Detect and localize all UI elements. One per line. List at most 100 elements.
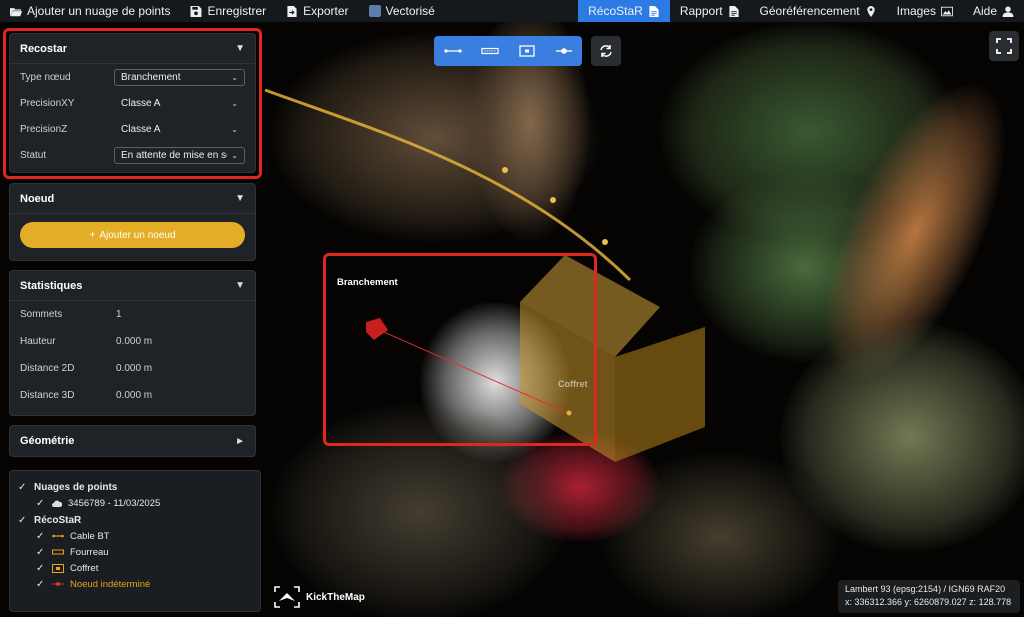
stat-value: 0.000 m [116, 363, 153, 374]
save-label: Enregistrer [207, 4, 267, 18]
type-noeud-row: Type nœud Branchement ⌄ [10, 64, 255, 90]
layer-group-point-clouds[interactable]: ✓ Nuages de points [18, 479, 252, 495]
layer-item-coffret[interactable]: ✓ Coffret [18, 560, 252, 576]
side-panel: Recostar ▼ Type nœud Branchement ⌄ Preci… [9, 33, 256, 466]
add-point-cloud-button[interactable]: Ajouter un nuage de points [0, 0, 180, 22]
layer-group-recostar[interactable]: ✓ RécoStaR [18, 512, 252, 528]
layer-group-title: RécoStaR [34, 514, 82, 526]
statut-value: En attente de mise en service [121, 149, 227, 161]
line-segment-icon [443, 49, 462, 53]
tab-rapport[interactable]: Rapport [670, 0, 750, 22]
layer-tree: ✓ Nuages de points ✓ 3456789 - 11/03/202… [9, 470, 261, 612]
recostar-title: Recostar [20, 42, 68, 55]
recostar-card: Recostar ▼ Type nœud Branchement ⌄ Preci… [9, 33, 256, 173]
export-button[interactable]: Exporter [276, 0, 358, 22]
layer-item-fourreau[interactable]: ✓ Fourreau [18, 544, 252, 560]
cloud-icon [52, 500, 62, 507]
plus-icon: + [89, 229, 96, 241]
refresh-icon [600, 45, 612, 57]
checkmark-icon[interactable]: ✓ [36, 498, 46, 509]
precision-xy-label: PrecisionXY [20, 97, 75, 109]
checkmark-icon[interactable]: ✓ [36, 563, 46, 574]
folder-open-icon [10, 7, 22, 16]
statut-row: Statut En attente de mise en service ⌄ [10, 142, 255, 168]
user-help-icon [1002, 5, 1014, 17]
measure-toolbar [434, 36, 582, 66]
document-icon [649, 5, 659, 17]
tab-images[interactable]: Images [887, 0, 963, 22]
box-icon [518, 45, 535, 57]
stat-label: Distance 2D [20, 363, 75, 374]
stat-label: Sommets [20, 309, 63, 320]
scene-highlight-frame [323, 253, 597, 446]
statistics-title: Statistiques [20, 279, 83, 292]
noeud-title: Noeud [20, 192, 55, 205]
stat-value: 0.000 m [116, 390, 153, 401]
layer-item-label: Cable BT [70, 530, 110, 542]
collapse-triangle-icon[interactable]: ▼ [235, 193, 245, 204]
cable-bt-line [264, 88, 632, 282]
vectorise-toggle[interactable]: Vectorisé [359, 0, 445, 22]
geometrie-header[interactable]: Géométrie ► [10, 426, 255, 456]
box-icon [52, 563, 64, 573]
collapse-triangle-icon[interactable]: ▼ [235, 43, 245, 54]
layer-item-cable-bt[interactable]: ✓ Cable BT [18, 528, 252, 544]
cable-vertex [602, 239, 608, 245]
save-icon [190, 5, 202, 17]
stat-distance-2d-row: Distance 2D 0.000 m [10, 355, 255, 382]
geometrie-card: Géométrie ► [9, 425, 256, 457]
save-button[interactable]: Enregistrer [180, 0, 276, 22]
tab-georeferencement[interactable]: Géoréférencement [750, 0, 887, 22]
precision-z-row: PrecisionZ Classe A ⌄ [10, 116, 255, 142]
noeud-header[interactable]: Noeud ▼ [10, 184, 255, 214]
layer-item-noeud-indetermine[interactable]: ✓ Noeud indéterminé [18, 576, 252, 592]
vector-layer-icon [368, 5, 381, 17]
cable-vertex [550, 197, 556, 203]
tab-recostar[interactable]: RécoStaR [578, 0, 670, 22]
checkmark-icon[interactable]: ✓ [36, 547, 46, 558]
statistics-header[interactable]: Statistiques ▼ [10, 271, 255, 301]
line-tool-button[interactable] [438, 40, 468, 62]
refresh-button[interactable] [591, 36, 621, 66]
coffret-box-side [615, 327, 705, 462]
layer-item-label: Fourreau [70, 546, 109, 558]
checkmark-icon[interactable]: ✓ [36, 579, 46, 590]
tab-aide[interactable]: Aide [963, 0, 1024, 22]
recostar-header[interactable]: Recostar ▼ [10, 34, 255, 64]
kickthemap-logo-icon [274, 586, 300, 608]
cable-vertex [502, 167, 508, 173]
brand-logo: KickTheMap [274, 586, 365, 608]
geometrie-title: Géométrie [20, 435, 75, 447]
precision-xy-select[interactable]: Classe A ⌄ [114, 94, 245, 112]
fullscreen-button[interactable] [989, 31, 1019, 61]
stat-hauteur-row: Hauteur 0.000 m [10, 328, 255, 355]
tab-images-label: Images [896, 4, 936, 18]
expand-triangle-icon[interactable]: ► [235, 436, 245, 447]
layer-item-label: 3456789 - 11/03/2025 [68, 497, 161, 509]
cable-line-icon [52, 534, 64, 538]
layer-item-point-cloud[interactable]: ✓ 3456789 - 11/03/2025 [18, 495, 252, 511]
conduit-tool-button[interactable] [475, 40, 505, 62]
layer-group-title: Nuages de points [34, 481, 118, 493]
precision-z-select[interactable]: Classe A ⌄ [114, 120, 245, 138]
type-noeud-select[interactable]: Branchement ⌄ [114, 68, 245, 86]
collapse-triangle-icon[interactable]: ▼ [235, 280, 245, 291]
tab-rapport-label: Rapport [679, 4, 723, 18]
precision-z-label: PrecisionZ [20, 123, 68, 135]
coordinate-values: x: 336312.366 y: 6260879.027 z: 128.778 [845, 597, 1012, 607]
checkmark-icon[interactable]: ✓ [18, 482, 28, 493]
noeud-card: Noeud ▼ + Ajouter un noeud [9, 183, 256, 261]
checkmark-icon[interactable]: ✓ [36, 531, 46, 542]
node-tool-button[interactable] [549, 40, 579, 62]
export-icon [287, 5, 297, 17]
add-point-cloud-label: Ajouter un nuage de points [27, 4, 171, 18]
checkmark-icon[interactable]: ✓ [18, 515, 28, 526]
chevron-down-icon: ⌄ [231, 150, 238, 160]
tab-aide-label: Aide [972, 4, 997, 18]
add-node-button[interactable]: + Ajouter un noeud [20, 222, 245, 248]
vectorise-label: Vectorisé [385, 4, 435, 18]
export-label: Exporter [303, 4, 349, 18]
box-tool-button[interactable] [512, 40, 542, 62]
add-node-label: Ajouter un noeud [99, 229, 176, 241]
statut-select[interactable]: En attente de mise en service ⌄ [114, 146, 245, 164]
